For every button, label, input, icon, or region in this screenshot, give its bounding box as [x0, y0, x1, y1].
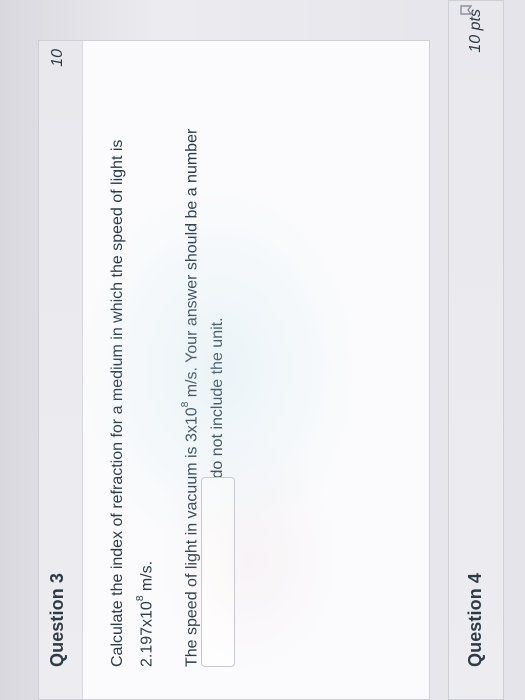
bookmark-icon-glyph — [460, 5, 472, 15]
question-3-prompt: Calculate the index of refraction for a … — [109, 139, 156, 667]
question-3-header: Question 3 10 — [39, 41, 83, 699]
quiz-page: Question 3 10 Calculate the index of ref… — [0, 0, 525, 700]
question-3-points: 10 — [49, 49, 66, 67]
answer-input[interactable] — [201, 477, 235, 667]
bookmark-icon[interactable] — [460, 4, 472, 16]
question-4-title: Question 4 — [465, 572, 485, 667]
question-3-card: Question 3 10 Calculate the index of ref… — [38, 40, 430, 700]
question-4-card[interactable]: Question 4 10 pts — [448, 0, 504, 700]
question-3-title: Question 3 — [47, 572, 67, 667]
question-4-header[interactable]: Question 4 10 pts — [449, 1, 504, 699]
